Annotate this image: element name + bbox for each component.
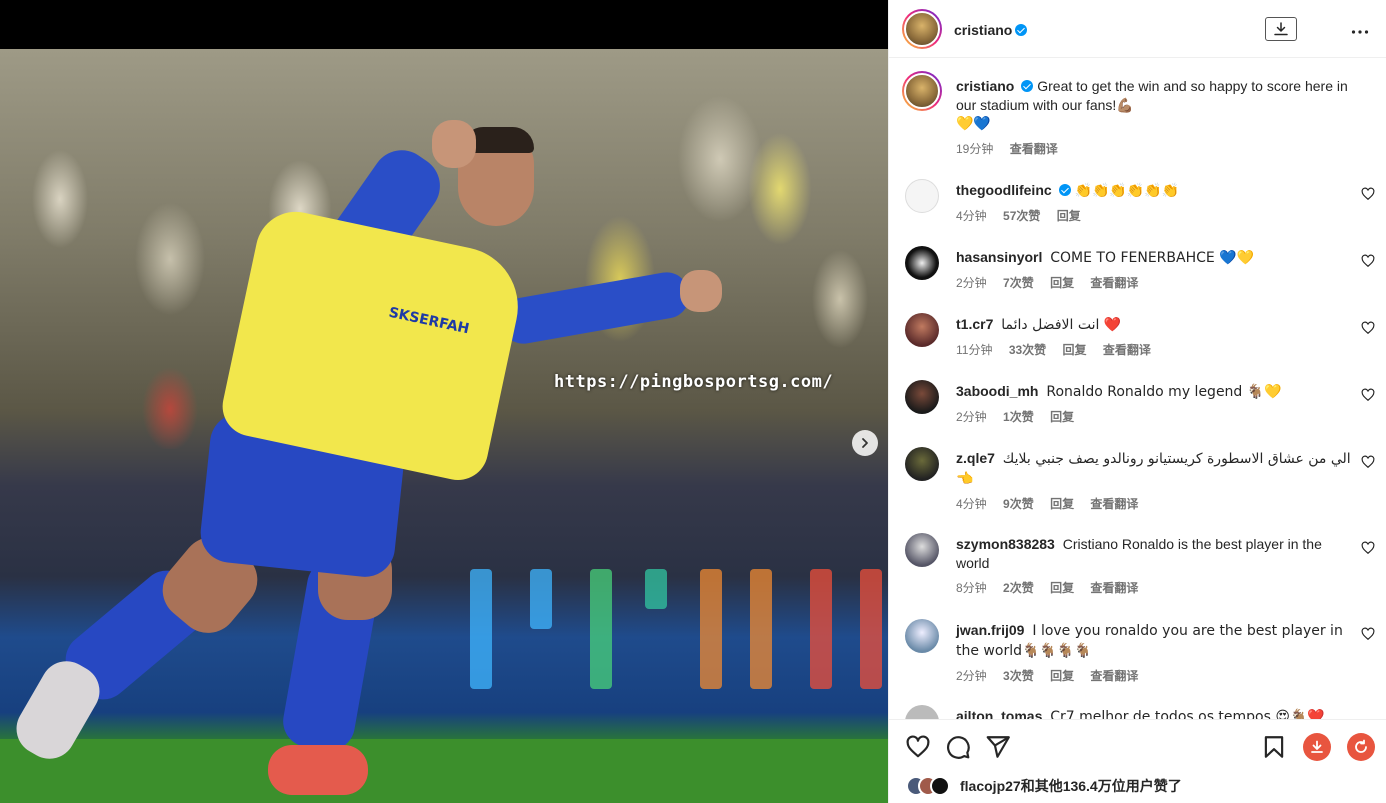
avatar[interactable] — [905, 533, 939, 567]
chevron-right-icon — [862, 438, 868, 448]
comment-time[interactable]: 2分钟 — [956, 276, 987, 290]
avatar[interactable] — [905, 179, 939, 213]
watermark-text: https://pingbosportsg.com/ — [554, 372, 834, 392]
avatar[interactable] — [902, 71, 942, 111]
heart-icon[interactable] — [905, 734, 931, 760]
paper-plane-icon[interactable] — [985, 734, 1011, 760]
post-media: SKSERFAH https://pingbosportsg.com/ — [0, 0, 888, 803]
comment-likes[interactable]: 3次赞 — [1003, 669, 1034, 683]
avatar[interactable] — [905, 380, 939, 414]
verified-badge-icon — [1015, 24, 1028, 36]
comment-like-heart-icon[interactable] — [1361, 388, 1375, 402]
avatar[interactable] — [905, 705, 939, 719]
reply-link[interactable]: 回复 — [1063, 343, 1087, 357]
refresh-icon — [1355, 739, 1367, 753]
comment-text: COME TO FENERBAHCE 💙💛 — [1050, 250, 1255, 266]
download-button[interactable] — [1265, 17, 1297, 41]
verified-badge-icon — [1058, 184, 1071, 196]
comment-text: 👏👏👏👏👏👏 — [1074, 183, 1180, 199]
author-avatar[interactable] — [902, 9, 942, 49]
comment-username[interactable]: hasansinyorl — [956, 249, 1042, 265]
avatar[interactable] — [905, 619, 939, 653]
pitch — [0, 739, 888, 803]
see-translation-link[interactable]: 查看翻译 — [1010, 142, 1058, 156]
see-translation-link[interactable]: 查看翻译 — [1090, 497, 1138, 511]
comment-time[interactable]: 4分钟 — [956, 209, 987, 223]
comment-text: Ronaldo Ronaldo my legend 🐐💛 — [1046, 384, 1282, 400]
comment-likes[interactable]: 33次赞 — [1009, 343, 1046, 357]
see-translation-link[interactable]: 查看翻译 — [1103, 343, 1151, 357]
comment-time[interactable]: 2分钟 — [956, 669, 987, 683]
see-translation-link[interactable]: 查看翻译 — [1090, 276, 1138, 290]
comment-likes[interactable]: 7次赞 — [1003, 276, 1034, 290]
verified-badge-icon — [1021, 80, 1034, 92]
see-translation-link[interactable]: 查看翻译 — [1090, 581, 1138, 595]
more-options-button[interactable] — [1351, 18, 1369, 38]
download-icon — [1274, 22, 1288, 36]
comment-likes[interactable]: 1次赞 — [1003, 410, 1034, 424]
comment-like-heart-icon[interactable] — [1361, 541, 1375, 555]
post-header: cristiano — [889, 0, 1386, 58]
bookmark-icon[interactable] — [1261, 734, 1287, 760]
next-image-button[interactable] — [852, 430, 878, 456]
comment-time[interactable]: 4分钟 — [956, 497, 987, 511]
comment-text: Cr7 melhor de todos os tempos 😍🐐❤️ — [1050, 709, 1325, 719]
comment-bubble-icon[interactable] — [945, 734, 971, 760]
comment-like-heart-icon[interactable] — [1361, 321, 1375, 335]
comment-username[interactable]: z.qle7 — [956, 450, 995, 466]
caption-username[interactable]: cristiano — [956, 78, 1014, 94]
comment-username[interactable]: ailton_tomas — [956, 708, 1042, 719]
comment-like-heart-icon[interactable] — [1361, 455, 1375, 469]
caption-text: Great to get the win and so happy to sco… — [956, 78, 1348, 113]
see-translation-link[interactable]: 查看翻译 — [1090, 669, 1138, 683]
comment-likes[interactable]: 57次赞 — [1003, 209, 1040, 223]
download-media-button[interactable] — [1303, 733, 1331, 761]
comment-time[interactable]: 8分钟 — [956, 581, 987, 595]
comment-likes[interactable]: 9次赞 — [1003, 497, 1034, 511]
comment-like-heart-icon[interactable] — [1361, 627, 1375, 641]
comment-username[interactable]: 3aboodi_mh — [956, 383, 1038, 399]
reply-link[interactable]: 回复 — [1050, 276, 1074, 290]
avatar[interactable] — [905, 313, 939, 347]
reply-link[interactable]: 回复 — [1057, 209, 1081, 223]
likes-summary[interactable]: flacojp27和其他136.4万位用户赞了 — [906, 776, 1182, 796]
comment-likes[interactable]: 2次赞 — [1003, 581, 1034, 595]
comment-text: الي من عشاق الاسطورة كريستيانو رونالدو ي… — [956, 451, 1351, 487]
download-icon — [1311, 740, 1323, 753]
post-panel: cristiano cristiano Great to get the win… — [888, 0, 1386, 803]
comment-username[interactable]: thegoodlifeinc — [956, 182, 1052, 198]
comment-like-heart-icon[interactable] — [1361, 254, 1375, 268]
reply-link[interactable]: 回复 — [1050, 669, 1074, 683]
avatar[interactable] — [905, 447, 939, 481]
comment-text: انت الافضل دائما ❤️ — [1001, 317, 1122, 333]
reply-link[interactable]: 回复 — [1050, 581, 1074, 595]
author-username[interactable]: cristiano — [954, 22, 1012, 38]
comment-username[interactable]: t1.cr7 — [956, 316, 993, 332]
more-horizontal-icon — [1351, 30, 1369, 34]
reply-link[interactable]: 回复 — [1050, 497, 1074, 511]
liker-avatar — [930, 776, 950, 796]
likes-count-text[interactable]: flacojp27和其他136.4万位用户赞了 — [960, 776, 1182, 796]
comment-username[interactable]: szymon838283 — [956, 536, 1055, 552]
avatar[interactable] — [905, 246, 939, 280]
comment-time[interactable]: 11分钟 — [956, 343, 992, 357]
refresh-button[interactable] — [1347, 733, 1375, 761]
caption-emoji: 💛💙 — [956, 116, 991, 132]
comments-list[interactable]: cristiano Great to get the win and so ha… — [889, 59, 1386, 719]
post-actions: flacojp27和其他136.4万位用户赞了 — [889, 719, 1386, 803]
comment-username[interactable]: jwan.frij09 — [956, 622, 1024, 638]
comment-time[interactable]: 2分钟 — [956, 410, 987, 424]
reply-link[interactable]: 回复 — [1050, 410, 1074, 424]
comment-like-heart-icon[interactable] — [1361, 187, 1375, 201]
caption-time[interactable]: 19分钟 — [956, 142, 993, 156]
